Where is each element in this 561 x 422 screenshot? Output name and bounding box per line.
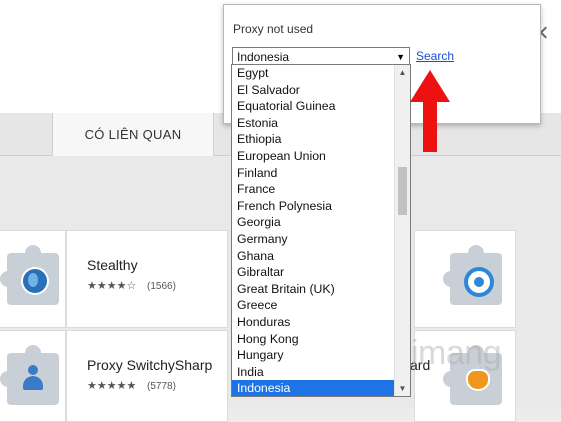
extension-card[interactable]: Proxy SwitchySharp ★★★★★ (5778) [66,330,228,422]
dropdown-option[interactable]: Great Britain (UK) [232,281,396,298]
dropdown-option[interactable]: French Polynesia [232,198,396,215]
extension-card-left-partial[interactable] [0,230,66,328]
user-icon [21,365,45,393]
dropdown-option[interactable]: Ethiopia [232,131,396,148]
globe-icon [21,267,49,295]
dropdown-option[interactable]: Equatorial Guinea [232,98,396,115]
extension-icon [0,245,59,305]
extension-card[interactable]: Stealthy ★★★★☆ (1566) [66,230,228,328]
country-options: Egypt El Salvador Equatorial Guinea Esto… [232,65,396,396]
rating-stars: ★★★★☆ [87,280,137,292]
country-select[interactable]: Indonesia ▼ [232,47,410,65]
dropdown-option[interactable]: Gibraltar [232,264,396,281]
red-arrow-icon [410,70,450,152]
rating-count: (5778) [147,381,176,392]
dropdown-option[interactable]: Hong Kong [232,331,396,348]
country-select-value: Indonesia [237,50,290,64]
scrollbar-thumb[interactable] [398,167,407,215]
extension-icon [0,345,59,405]
extension-icon [443,245,502,305]
dropdown-option[interactable]: El Salvador [232,82,396,99]
dropdown-option[interactable]: Egypt [232,65,396,82]
proxy-status: Proxy not used [233,22,314,36]
dropdown-option[interactable]: Greece [232,297,396,314]
dropdown-option[interactable]: Georgia [232,214,396,231]
scroll-down-icon[interactable]: ▼ [395,381,410,396]
rating-count: (1566) [147,281,176,292]
tab-related[interactable]: CÓ LIÊN QUAN [52,113,214,156]
dropdown-option[interactable]: India [232,364,396,381]
extension-name: Proxy SwitchySharp [87,357,213,373]
dropdown-option[interactable]: Germany [232,231,396,248]
dropdown-option[interactable]: European Union [232,148,396,165]
extension-name: Stealthy [87,257,138,273]
dropdown-option[interactable]: Hungary [232,347,396,364]
target-icon [464,267,494,297]
rating-stars: ★★★★★ [87,380,137,392]
extension-card-left-partial[interactable] [0,330,66,422]
extension-card-right[interactable] [414,230,516,328]
search-link[interactable]: Search [416,49,454,63]
dropdown-option-selected[interactable]: Indonesia [232,380,396,396]
dropdown-option[interactable]: Honduras [232,314,396,331]
dropdown-option[interactable]: Estonia [232,115,396,132]
dropdown-option[interactable]: France [232,181,396,198]
dropdown-option[interactable]: Ghana [232,248,396,265]
dropdown-option[interactable]: Finland [232,165,396,182]
country-dropdown-list[interactable]: Egypt El Salvador Equatorial Guinea Esto… [231,64,411,397]
